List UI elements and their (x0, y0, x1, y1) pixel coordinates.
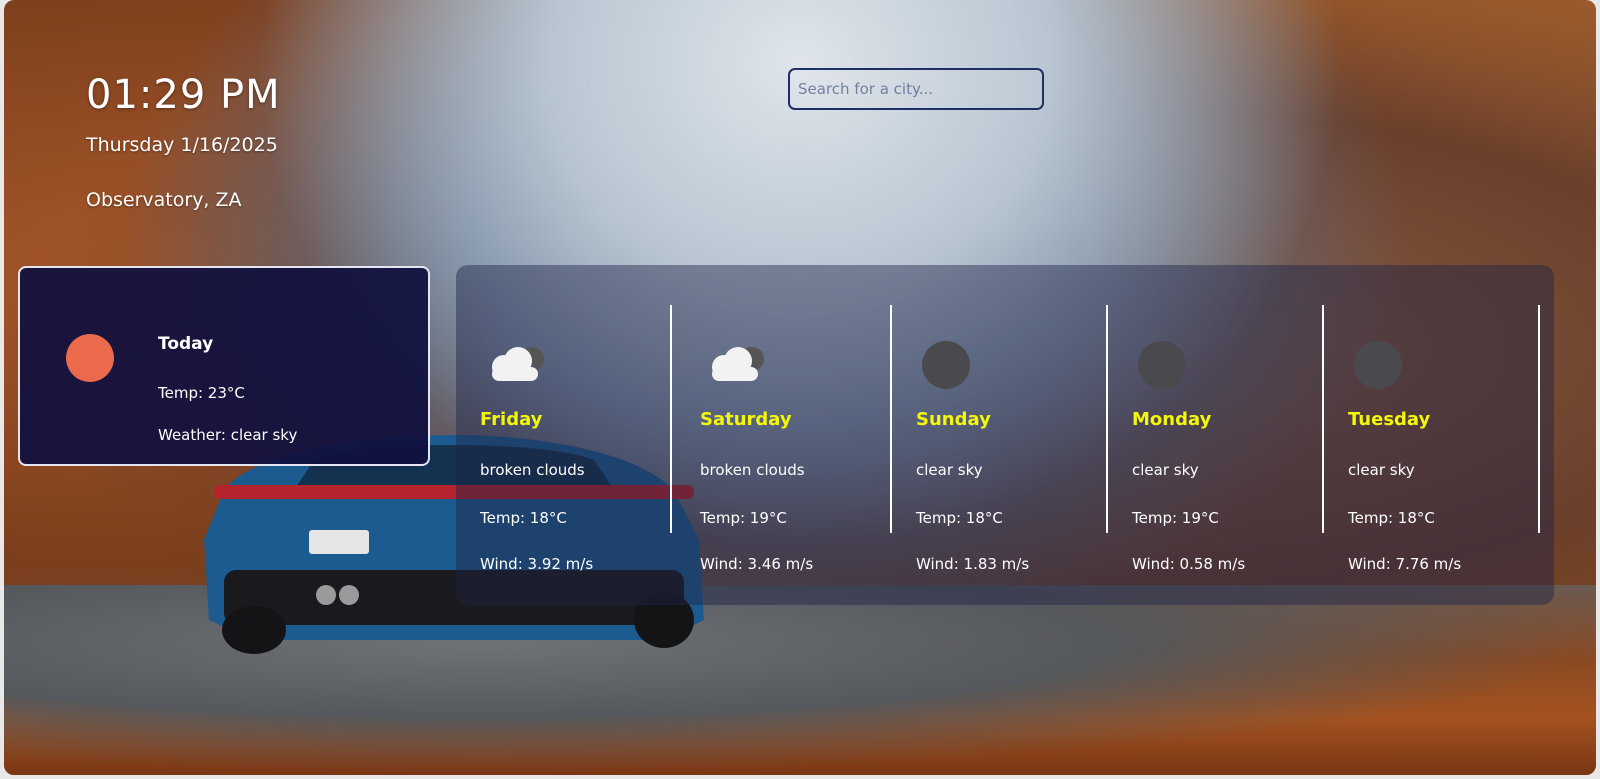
forecast-day-name: Saturday (700, 409, 792, 430)
forecast-day-name: Monday (1132, 409, 1212, 430)
forecast-description: clear sky (1132, 461, 1199, 479)
current-location: Observatory, ZA (86, 189, 242, 211)
forecast-temperature: Temp: 19°C (700, 509, 787, 527)
sun-icon (66, 334, 114, 382)
forecast-temperature: Temp: 18°C (916, 509, 1003, 527)
forecast-description: clear sky (916, 461, 983, 479)
cloud-icon (712, 347, 764, 381)
forecast-panel: Friday broken clouds Temp: 18°C Wind: 3.… (456, 265, 1554, 605)
today-card: Today Temp: 23°C Weather: clear sky (18, 266, 430, 466)
forecast-description: clear sky (1348, 461, 1415, 479)
forecast-day-name: Friday (480, 409, 543, 430)
forecast-wind: Wind: 3.46 m/s (700, 555, 814, 573)
forecast-wind: Wind: 1.83 m/s (916, 555, 1030, 573)
forecast-temperature: Temp: 18°C (1348, 509, 1435, 527)
current-date: Thursday 1/16/2025 (86, 134, 278, 156)
current-time: 01:29 PM (86, 72, 281, 118)
forecast-day: Friday broken clouds Temp: 18°C Wind: 3.… (456, 305, 672, 573)
forecast-day-name: Tuesday (1348, 409, 1431, 430)
moon-icon (1346, 339, 1418, 389)
today-weather: Weather: clear sky (158, 426, 298, 444)
forecast-day: Tuesday clear sky Temp: 18°C Wind: 7.76 … (1324, 305, 1540, 573)
forecast-wind: Wind: 0.58 m/s (1132, 555, 1246, 573)
forecast-temperature: Temp: 19°C (1132, 509, 1219, 527)
cloud-icon (492, 347, 544, 381)
moon-icon (914, 339, 986, 389)
today-temperature: Temp: 23°C (158, 384, 245, 402)
city-search-input[interactable] (788, 68, 1044, 110)
forecast-wind: Wind: 3.92 m/s (480, 555, 594, 573)
forecast-day-name: Sunday (916, 409, 991, 430)
background-photo: 01:29 PM Thursday 1/16/2025 Observatory,… (4, 0, 1596, 775)
forecast-day: Monday clear sky Temp: 19°C Wind: 0.58 m… (1108, 305, 1324, 573)
today-title: Today (158, 334, 214, 354)
forecast-day: Sunday clear sky Temp: 18°C Wind: 1.83 m… (892, 305, 1108, 573)
moon-icon (1130, 339, 1202, 389)
forecast-description: broken clouds (700, 461, 805, 479)
forecast-divider (670, 305, 672, 533)
forecast-divider (1538, 305, 1540, 533)
forecast-day: Saturday broken clouds Temp: 19°C Wind: … (676, 305, 892, 573)
forecast-temperature: Temp: 18°C (480, 509, 567, 527)
forecast-description: broken clouds (480, 461, 585, 479)
forecast-wind: Wind: 7.76 m/s (1348, 555, 1462, 573)
